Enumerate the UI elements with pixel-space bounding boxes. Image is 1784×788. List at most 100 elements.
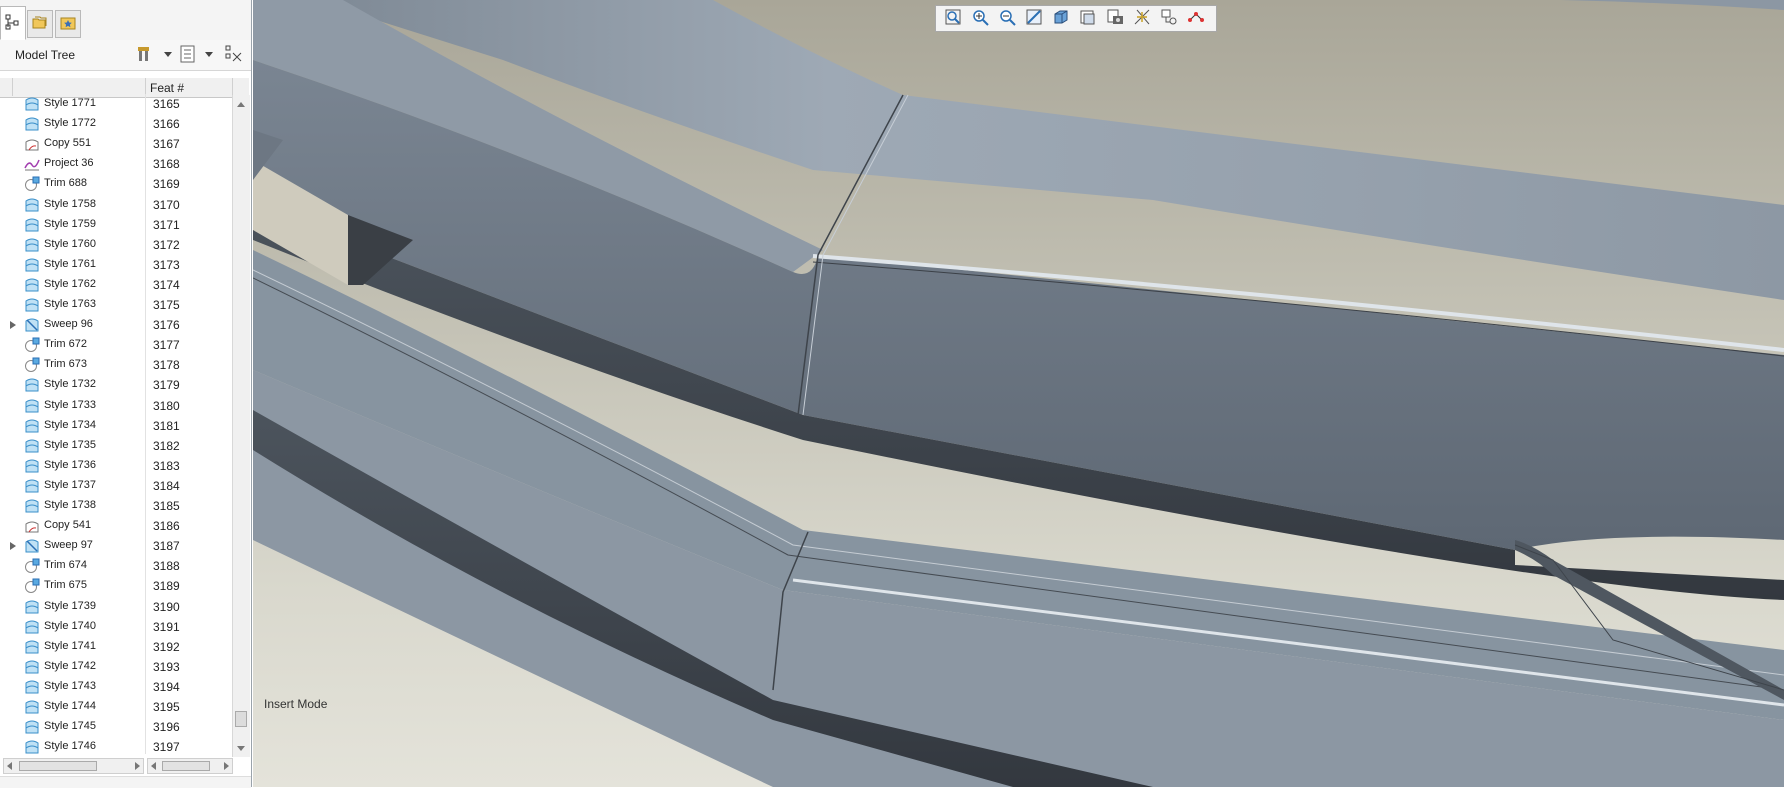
tree-row[interactable]: Trim 675 3189 <box>0 576 232 596</box>
show-hide-button[interactable] <box>224 45 244 65</box>
feat-number-column-header[interactable]: Feat # <box>150 81 184 95</box>
tree-row[interactable]: Style 1744 3195 <box>0 697 232 717</box>
repaint-button[interactable] <box>1021 7 1046 30</box>
tree-filters-button[interactable] <box>178 45 198 65</box>
tree-row[interactable]: Style 1734 3181 <box>0 416 232 436</box>
spin-center-button[interactable] <box>1183 7 1208 30</box>
scroll-down-arrow[interactable] <box>237 746 245 751</box>
style-feature-icon <box>24 257 40 273</box>
view-toolbar <box>935 5 1217 32</box>
copy-feature-icon <box>24 518 40 534</box>
feature-number: 3175 <box>153 298 180 312</box>
tree-row[interactable]: Style 1738 3185 <box>0 496 232 516</box>
scroll-up-arrow[interactable] <box>237 102 245 107</box>
style-feature-icon <box>24 699 40 715</box>
tree-row[interactable]: Style 1758 3170 <box>0 195 232 215</box>
feature-name: Project 36 <box>44 157 94 169</box>
refit-icon <box>944 8 962 29</box>
tree-row[interactable]: Style 1736 3183 <box>0 456 232 476</box>
tree-row[interactable]: Style 1761 3173 <box>0 255 232 275</box>
model-tree-tab[interactable] <box>0 6 26 40</box>
feature-name: Style 1735 <box>44 439 96 451</box>
graphics-viewport[interactable]: Insert Mode <box>253 0 1784 787</box>
feature-name: Style 1742 <box>44 660 96 672</box>
tree-row[interactable]: Sweep 97 3187 <box>0 536 232 556</box>
tree-row[interactable]: Trim 673 3178 <box>0 355 232 375</box>
tree-row[interactable]: Style 1739 3190 <box>0 597 232 617</box>
tree-row[interactable]: Style 1759 3171 <box>0 215 232 235</box>
feature-name: Style 1740 <box>44 620 96 632</box>
spin-center-icon <box>1187 8 1205 29</box>
saved-views-button[interactable] <box>1075 7 1100 30</box>
favorites-tab[interactable] <box>55 10 81 38</box>
display-style-button[interactable] <box>1048 7 1073 30</box>
annotation-display-button[interactable] <box>1156 7 1181 30</box>
show-hide-icon <box>225 45 243 66</box>
folder-browser-tab[interactable] <box>27 10 53 38</box>
tree-row[interactable]: Style 1745 3196 <box>0 717 232 737</box>
tree-row[interactable]: Copy 551 3167 <box>0 134 232 154</box>
zoom-in-button[interactable] <box>967 7 992 30</box>
tree-row[interactable]: Sweep 96 3176 <box>0 315 232 335</box>
feature-number: 3166 <box>153 117 180 131</box>
tree-row[interactable]: Style 1762 3174 <box>0 275 232 295</box>
tree-row[interactable]: Style 1737 3184 <box>0 476 232 496</box>
refit-button[interactable] <box>940 7 965 30</box>
settings-dropdown-caret[interactable] <box>164 52 172 57</box>
repaint-icon <box>1025 8 1043 29</box>
feature-number: 3180 <box>153 399 180 413</box>
feature-number: 3195 <box>153 700 180 714</box>
trim-feature-icon <box>24 337 40 353</box>
trim-feature-icon <box>24 176 40 192</box>
feature-number: 3182 <box>153 439 180 453</box>
tree-row[interactable]: Style 1746 3197 <box>0 737 232 754</box>
tree-filters-dropdown-caret[interactable] <box>205 52 213 57</box>
tree-row[interactable]: Style 1771 3165 <box>0 94 232 114</box>
tree-row[interactable]: Copy 541 3186 <box>0 516 232 536</box>
feature-name: Style 1739 <box>44 600 96 612</box>
style-feature-icon <box>24 619 40 635</box>
datum-display-button[interactable] <box>1129 7 1154 30</box>
feature-name: Copy 551 <box>44 137 92 149</box>
view-manager-button[interactable] <box>1102 7 1127 30</box>
tree-row[interactable]: Style 1735 3182 <box>0 436 232 456</box>
tree-row[interactable]: Trim 672 3177 <box>0 335 232 355</box>
tree-row[interactable]: Trim 674 3188 <box>0 556 232 576</box>
scroll-thumb[interactable] <box>235 711 247 727</box>
hscroll-thumb[interactable] <box>19 761 97 771</box>
feature-number: 3183 <box>153 459 180 473</box>
feature-name: Style 1745 <box>44 720 96 732</box>
tree-row[interactable]: Style 1772 3166 <box>0 114 232 134</box>
tree-vertical-scrollbar[interactable] <box>232 95 250 757</box>
zoom-out-button[interactable] <box>994 7 1019 30</box>
navigator-panel: Model Tree Feat # Style 1771 3165 Style 17… <box>0 0 252 788</box>
model-geometry <box>253 0 1784 787</box>
tree-row[interactable]: Style 1732 3179 <box>0 375 232 395</box>
feature-number: 3188 <box>153 559 180 573</box>
tree-row[interactable]: Style 1733 3180 <box>0 396 232 416</box>
settings-button[interactable] <box>135 45 155 65</box>
tree-horizontal-scrollbar-left[interactable] <box>3 758 144 774</box>
tree-row[interactable]: Style 1742 3193 <box>0 657 232 677</box>
tree-row[interactable]: Style 1740 3191 <box>0 617 232 637</box>
style-feature-icon <box>24 277 40 293</box>
hscroll-thumb[interactable] <box>162 761 210 771</box>
feature-name: Style 1743 <box>44 680 96 692</box>
datum-display-icon <box>1133 8 1151 29</box>
feature-number: 3196 <box>153 720 180 734</box>
zoom-out-icon <box>998 8 1016 29</box>
expand-arrow-icon[interactable] <box>10 321 16 329</box>
trim-feature-icon <box>24 578 40 594</box>
feature-number: 3184 <box>153 479 180 493</box>
tree-horizontal-scrollbar-right[interactable] <box>147 758 233 774</box>
tree-row[interactable]: Style 1763 3175 <box>0 295 232 315</box>
tree-row[interactable]: Style 1760 3172 <box>0 235 232 255</box>
sweep-feature-icon <box>24 538 40 554</box>
feature-number: 3197 <box>153 740 180 754</box>
tree-row[interactable]: Style 1741 3192 <box>0 637 232 657</box>
feature-name: Style 1737 <box>44 479 96 491</box>
tree-row[interactable]: Style 1743 3194 <box>0 677 232 697</box>
tree-row[interactable]: Trim 688 3169 <box>0 174 232 194</box>
tree-row[interactable]: Project 36 3168 <box>0 154 232 174</box>
expand-arrow-icon[interactable] <box>10 542 16 550</box>
